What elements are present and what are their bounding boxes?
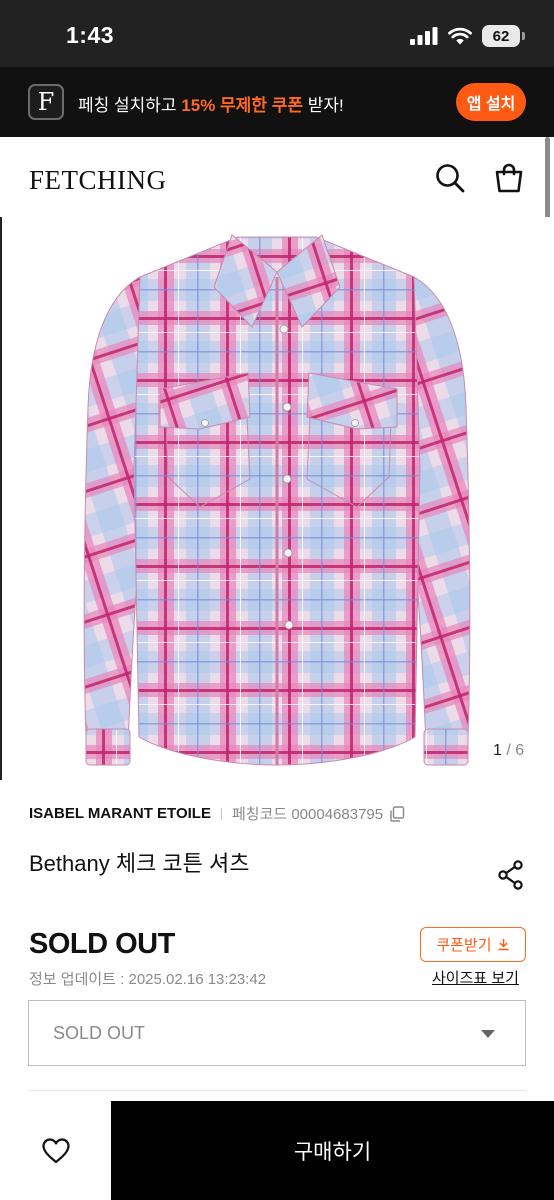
product-image[interactable] [0,217,554,780]
image-counter-total: 6 [515,742,525,759]
brand-row: ISABEL MARANT ETOILE 페칭코드 00004683795 [29,803,405,824]
download-icon [498,939,509,951]
banner-coupon-highlight: 15% 무제한 쿠폰 [181,96,303,115]
fetching-code: 페칭코드 00004683795 [231,806,384,823]
product-title: Bethany 체크 코튼 셔츠 [29,851,250,876]
image-counter: 1 / 6 [493,742,525,759]
wifi-icon [448,27,472,45]
option-select-value: SOLD OUT [53,1023,146,1043]
banner-text-before: 페칭 설치하고 [78,96,182,115]
fetching-app-logo-icon: F [28,84,64,120]
battery-level: 62 [492,27,510,45]
coupon-download-button[interactable]: 쿠폰받기 [420,927,526,962]
status-time: 1:43 [66,22,115,48]
site-header: FETCHING [0,137,554,217]
app-install-button[interactable]: 앱 설치 [456,83,526,121]
banner-text-after: 받자! [302,96,344,115]
brand-name[interactable]: ISABEL MARANT ETOILE [29,805,211,822]
size-chart-link[interactable]: 사이즈표 보기 [432,967,519,988]
bottom-action-bar: 구매하기 [0,1101,554,1200]
brand-divider [220,807,222,820]
signal-icon [410,27,438,45]
sold-out-status: SOLD OUT [29,928,175,960]
app-logo-letter: F [37,88,55,116]
copy-icon[interactable] [389,805,405,822]
battery-icon: 62 [482,25,525,47]
wishlist-button[interactable] [0,1101,111,1200]
buy-button[interactable]: 구매하기 [111,1101,554,1200]
banner-text: 페칭 설치하고 15% 무제한 쿠폰 받자! [78,91,344,116]
image-edge-line [0,217,2,780]
option-select[interactable]: SOLD OUT [28,1000,526,1066]
chevron-down-icon [481,1030,495,1038]
image-counter-current: 1 [493,742,502,759]
heart-icon [41,1137,70,1163]
shopping-bag-icon[interactable] [493,162,525,194]
status-bar: 1:43 62 [0,0,554,67]
plaid-shirt-image [83,234,471,766]
status-icons: 62 [410,25,525,47]
share-icon[interactable] [497,860,525,890]
section-divider [28,1090,526,1091]
info-update-timestamp: 정보 업데이트 : 2025.02.16 13:23:42 [29,971,267,988]
app-install-banner: F 페칭 설치하고 15% 무제한 쿠폰 받자! 앱 설치 [0,67,554,137]
coupon-label: 쿠폰받기 [436,937,492,954]
search-icon[interactable] [434,162,466,194]
fetching-logo[interactable]: FETCHING [29,165,167,196]
